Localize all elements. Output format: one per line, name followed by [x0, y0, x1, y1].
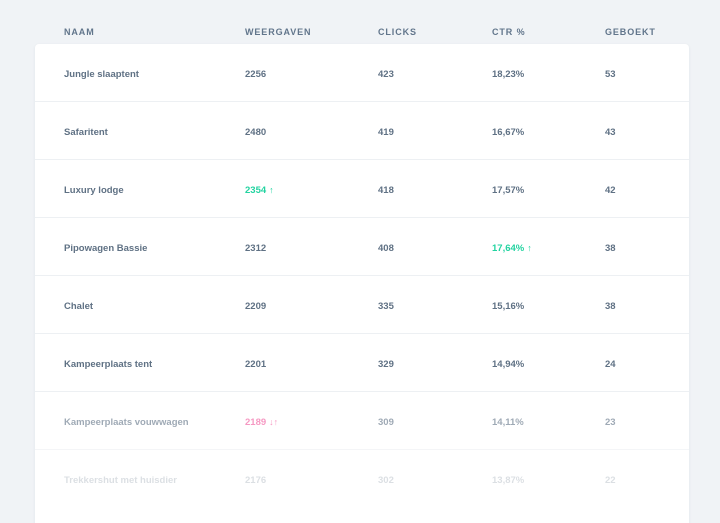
table-row[interactable]: Safaritent 2480 419 16,67% 43 [35, 102, 689, 160]
cell-name: Jungle slaaptent [64, 69, 139, 80]
cell-views-value: 2189 [245, 417, 267, 428]
cell-views-trend-up: 2354 ↑ [245, 185, 274, 196]
table-header: NAAM WEERGAVEN CLICKS CTR % GEBOEKT [0, 0, 720, 44]
cell-name: Kampeerplaats vouwwagen [64, 417, 189, 428]
arrow-up-icon: ↑ [527, 243, 532, 253]
cell-clicks: 423 [378, 69, 394, 80]
cell-clicks: 335 [378, 301, 394, 312]
cell-booked: 38 [605, 243, 616, 254]
cell-views-value: 2354 [245, 185, 267, 196]
table-card: Jungle slaaptent 2256 423 18,23% 53 Safa… [35, 44, 689, 523]
cell-name: Chalet [64, 301, 94, 312]
arrow-up-icon: ↑ [269, 185, 274, 195]
column-header-views[interactable]: WEERGAVEN [245, 27, 311, 37]
column-header-name[interactable]: NAAM [64, 27, 95, 37]
cell-name: Trekkershut met huisdier [64, 475, 177, 486]
table-row[interactable]: Kampeerplaats vouwwagen 2189 ↓↑ 309 14,11… [35, 392, 689, 450]
table-row[interactable]: Jungle slaaptent 2256 423 18,23% 53 [35, 44, 689, 102]
cell-booked: 53 [605, 69, 616, 80]
cell-ctr: 16,67% [492, 127, 525, 138]
column-header-ctr[interactable]: CTR % [492, 27, 526, 37]
cell-views: 2176 [245, 475, 267, 486]
cell-views: 2201 [245, 359, 267, 370]
cell-clicks: 419 [378, 127, 394, 138]
cell-views-trend-down: 2189 ↓↑ [245, 417, 278, 428]
cell-booked: 24 [605, 359, 616, 370]
table-row[interactable]: Trekkershut met huisdier 2176 302 13,87%… [35, 450, 689, 507]
cell-views: 2256 [245, 69, 267, 80]
column-header-booked[interactable]: GEBOEKT [605, 27, 656, 37]
cell-ctr: 13,87% [492, 475, 525, 486]
column-header-clicks[interactable]: CLICKS [378, 27, 417, 37]
cell-booked: 38 [605, 301, 616, 312]
page: NAAM WEERGAVEN CLICKS CTR % GEBOEKT Jung… [0, 0, 720, 523]
cell-booked: 42 [605, 185, 616, 196]
table-row[interactable]: Chalet 2209 335 15,16% 38 [35, 276, 689, 334]
cell-name: Safaritent [64, 127, 108, 138]
table-row[interactable]: Kampeerplaats tent 2201 329 14,94% 24 [35, 334, 689, 392]
cell-name: Kampeerplaats tent [64, 359, 153, 370]
table-row[interactable]: Luxury lodge 2354 ↑ 418 17,57% 42 [35, 160, 689, 218]
table-row[interactable]: Pipowagen Bassie 2312 408 17,64% ↑ 38 [35, 218, 689, 276]
cell-clicks: 408 [378, 243, 394, 254]
cell-ctr: 18,23% [492, 69, 525, 80]
arrow-down-up-icon: ↓↑ [269, 417, 279, 427]
cell-views: 2209 [245, 301, 267, 312]
cell-booked: 43 [605, 127, 616, 138]
cell-ctr: 15,16% [492, 301, 525, 312]
cell-booked: 22 [605, 475, 616, 486]
cell-ctr: 14,11% [492, 417, 524, 428]
cell-clicks: 329 [378, 359, 394, 370]
cell-ctr: 14,94% [492, 359, 525, 370]
cell-booked: 23 [605, 417, 616, 428]
cell-name: Pipowagen Bassie [64, 243, 148, 254]
cell-clicks: 418 [378, 185, 394, 196]
cell-clicks: 309 [378, 417, 394, 428]
cell-clicks: 302 [378, 475, 394, 486]
cell-views: 2480 [245, 127, 267, 138]
cell-ctr-value: 17,64% [492, 243, 525, 254]
cell-name: Luxury lodge [64, 185, 124, 196]
cell-views: 2312 [245, 243, 267, 254]
cell-ctr: 17,57% [492, 185, 525, 196]
cell-ctr-trend-up: 17,64% ↑ [492, 243, 532, 254]
